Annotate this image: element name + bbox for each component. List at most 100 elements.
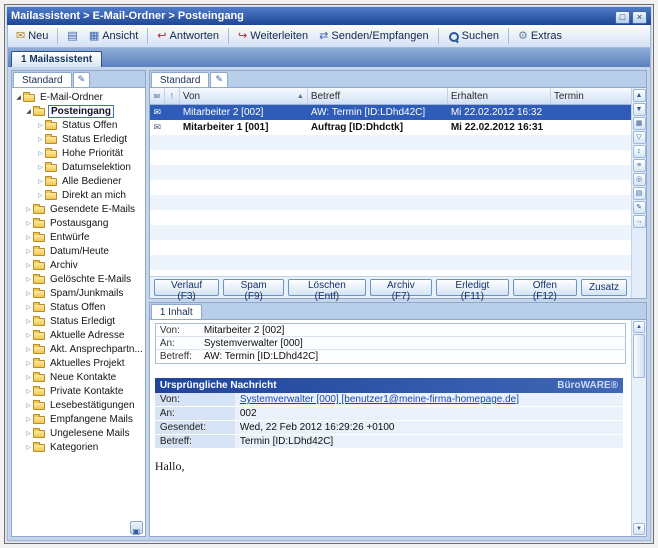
folder-icon	[33, 304, 45, 312]
tree-item-geloeschte-emails[interactable]: Gelöschte E-Mails	[12, 272, 145, 286]
tree-item-alle-bediener[interactable]: Alle Bediener	[12, 174, 145, 188]
expander-icon[interactable]	[24, 108, 33, 115]
column-header-erhalten[interactable]: Erhalten	[448, 88, 551, 104]
tree-item-status-offen[interactable]: Status Offen	[12, 118, 145, 132]
expander-icon[interactable]	[36, 122, 45, 129]
column-settings-button[interactable]: ▦	[633, 117, 646, 130]
tree-item-kategorien[interactable]: Kategorien	[12, 440, 145, 454]
new-button[interactable]: ✉ Neu	[11, 28, 53, 44]
expander-icon[interactable]	[24, 444, 33, 451]
expander-icon[interactable]	[36, 192, 45, 199]
expander-icon[interactable]	[24, 388, 33, 395]
list-scroll-down-button[interactable]: ▼	[633, 103, 646, 116]
tree-item-datumselektion[interactable]: Datumselektion	[12, 160, 145, 174]
filter-button[interactable]: ▽	[633, 131, 646, 144]
expander-icon[interactable]	[24, 262, 33, 269]
expander-icon[interactable]	[24, 332, 33, 339]
find-button[interactable]: ◎	[633, 173, 646, 186]
spam-button[interactable]: Spam (F9)	[223, 279, 284, 296]
priority-column-header[interactable]: !	[165, 88, 180, 104]
tree-item-entwuerfe[interactable]: Entwürfe	[12, 230, 145, 244]
tree-item-postausgang[interactable]: Postausgang	[12, 216, 145, 230]
tree-item-akt-ansprechpartner[interactable]: Akt. Ansprechpartn...	[12, 342, 145, 356]
tree-item-lesebestaetigungen[interactable]: Lesebestätigungen	[12, 398, 145, 412]
expander-icon[interactable]	[14, 94, 23, 101]
expander-icon[interactable]	[24, 374, 33, 381]
column-header-betreff[interactable]: Betreff	[308, 88, 448, 104]
offen-button[interactable]: Offen (F12)	[513, 279, 577, 296]
expander-icon[interactable]	[24, 220, 33, 227]
expander-icon[interactable]	[36, 150, 45, 157]
tree-item-status-erledigt[interactable]: Status Erledigt	[12, 132, 145, 146]
sidebar-alt-tab[interactable]: ✎	[73, 72, 91, 87]
tree-item-aktuelles-projekt[interactable]: Aktuelles Projekt	[12, 356, 145, 370]
expander-icon[interactable]	[24, 234, 33, 241]
expander-icon[interactable]	[24, 318, 33, 325]
mail-status-column-header[interactable]: ✉	[150, 88, 165, 104]
tree-item-email-ordner[interactable]: E-Mail-Ordner	[12, 90, 145, 104]
list-alt-tab[interactable]: ✎	[210, 72, 228, 87]
expander-icon[interactable]	[24, 290, 33, 297]
tree-item-empfangene-mails[interactable]: Empfangene Mails	[12, 412, 145, 426]
expander-icon[interactable]	[24, 360, 33, 367]
view-button[interactable]: ▦ Ansicht	[84, 28, 143, 44]
extras-button[interactable]: ⚙ Extras	[513, 28, 567, 44]
tree-item-neue-kontakte[interactable]: Neue Kontakte	[12, 370, 145, 384]
tree-item-hohe-prioritaet[interactable]: Hohe Priorität	[12, 146, 145, 160]
expander-icon[interactable]	[24, 346, 33, 353]
list-tab-standard[interactable]: Standard	[151, 72, 210, 87]
list-scroll-up-button[interactable]: ▲	[633, 89, 646, 102]
close-button[interactable]: ×	[632, 11, 647, 24]
scroll-thumb[interactable]	[633, 334, 645, 378]
expander-icon[interactable]	[24, 276, 33, 283]
tree-item-datum-heute[interactable]: Datum/Heute	[12, 244, 145, 258]
erledigt-button[interactable]: Erledigt (F11)	[436, 279, 509, 296]
search-button[interactable]: Suchen	[443, 28, 504, 44]
expander-icon[interactable]	[24, 402, 33, 409]
loeschen-button[interactable]: Löschen (Entf)	[288, 279, 366, 296]
tree-item-status-offen-2[interactable]: Status Offen	[12, 300, 145, 314]
forward-button[interactable]: ↪ Weiterleiten	[233, 28, 313, 44]
workspace-tab-mailassistent[interactable]: 1 Mailassistent	[11, 51, 102, 67]
tree-item-posteingang[interactable]: Posteingang	[12, 104, 145, 118]
expander-icon[interactable]	[24, 304, 33, 311]
print-list-button[interactable]: ▤	[633, 187, 646, 200]
tree-item-archiv[interactable]: Archiv	[12, 258, 145, 272]
verlauf-button[interactable]: Verlauf (F3)	[154, 279, 220, 296]
tree-item-aktuelle-adresse[interactable]: Aktuelle Adresse	[12, 328, 145, 342]
sender-email-link[interactable]: Systemverwalter [000] [benutzer1@meine-f…	[235, 393, 623, 406]
sort-button[interactable]: ↕	[633, 145, 646, 158]
sidebar-tab-standard[interactable]: Standard	[13, 72, 72, 87]
archiv-button[interactable]: Archiv (F7)	[370, 279, 432, 296]
expander-icon[interactable]	[24, 430, 33, 437]
expander-icon[interactable]	[36, 164, 45, 171]
toolbar-separator	[438, 28, 439, 44]
scroll-down-button[interactable]: ▼	[633, 523, 645, 535]
expander-icon[interactable]	[24, 248, 33, 255]
tree-item-direkt-an-mich[interactable]: Direkt an mich	[12, 188, 145, 202]
edit-view-button[interactable]: ✎	[633, 201, 646, 214]
scroll-up-button[interactable]: ▲	[633, 321, 645, 333]
reply-button[interactable]: ↩ Antworten	[152, 28, 224, 44]
email-row-1[interactable]: ✉ Mitarbeiter 2 [002] AW: Termin [ID:LDh…	[150, 105, 631, 120]
print-button[interactable]: ▤	[62, 29, 82, 44]
zusatz-button[interactable]: Zusatz	[581, 279, 627, 296]
tree-item-private-kontakte[interactable]: Private Kontakte	[12, 384, 145, 398]
tree-item-spam-junkmails[interactable]: Spam/Junkmails	[12, 286, 145, 300]
expander-icon[interactable]	[36, 136, 45, 143]
column-header-von[interactable]: Von▲	[180, 88, 308, 104]
tree-corner-button[interactable]: ▣	[130, 521, 143, 534]
group-button[interactable]: ≡	[633, 159, 646, 172]
expander-icon[interactable]	[36, 178, 45, 185]
tree-item-gesendete-emails[interactable]: Gesendete E-Mails	[12, 202, 145, 216]
send-receive-button[interactable]: ⇄ Senden/Empfangen	[314, 28, 433, 44]
content-tab-inhalt[interactable]: 1 Inhalt	[151, 304, 202, 319]
email-row-2[interactable]: ✉ Mitarbeiter 1 [001] Auftrag [ID:Dhdctk…	[150, 120, 631, 135]
expander-icon[interactable]	[24, 206, 33, 213]
column-header-termin[interactable]: Termin	[551, 88, 631, 104]
maximize-button[interactable]: □	[615, 11, 630, 24]
export-button[interactable]: →	[633, 215, 646, 228]
tree-item-status-erledigt-2[interactable]: Status Erledigt	[12, 314, 145, 328]
expander-icon[interactable]	[24, 416, 33, 423]
tree-item-ungelesene-mails[interactable]: Ungelesene Mails	[12, 426, 145, 440]
